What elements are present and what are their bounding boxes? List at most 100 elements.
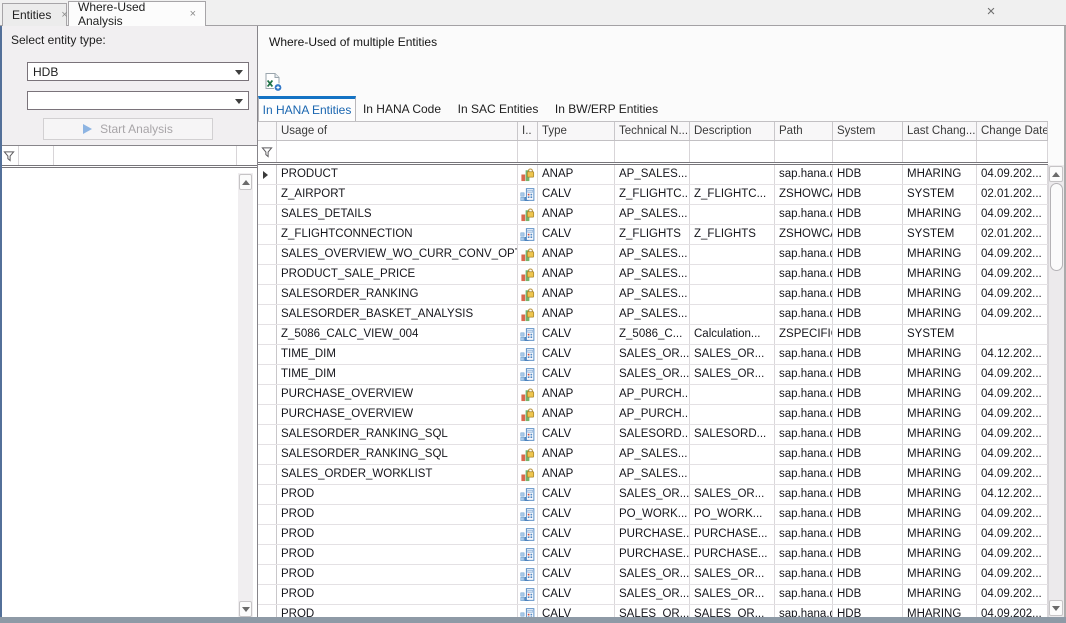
excel-export-icon[interactable] (263, 72, 285, 94)
cell-last-changed-by: MHARING (903, 465, 977, 484)
entity-type-select[interactable]: HDB (27, 62, 249, 81)
calculation-view-icon (518, 585, 538, 604)
filter-cell[interactable] (690, 141, 775, 162)
table-row[interactable]: PRODCALVSALES_OR...SALES_OR...sap.hana.d… (258, 485, 1048, 505)
cell-description (690, 465, 775, 484)
filter-cell[interactable] (615, 141, 690, 162)
table-row[interactable]: PRODCALVSALES_OR...SALES_OR...sap.hana.d… (258, 605, 1048, 617)
cell-description (690, 205, 775, 224)
cell-usage-of: PURCHASE_OVERVIEW (277, 405, 518, 424)
column-header-icon[interactable]: I.. (518, 122, 538, 140)
grid-body: PRODUCTANAPAP_SALES...sap.hana.d...HDBMH… (258, 165, 1048, 617)
tab-entities-label: Entities (12, 8, 51, 22)
cell-change-date: 04.09.202... (977, 305, 1048, 324)
scroll-up-icon[interactable] (1049, 166, 1063, 182)
table-row[interactable]: SALES_OVERVIEW_WO_CURR_CONV_OPTANAPAP_SA… (258, 245, 1048, 265)
filter-cell[interactable] (903, 141, 977, 162)
cell-description (690, 245, 775, 264)
cell-path: sap.hana.d... (775, 505, 833, 524)
scrollbar-thumb[interactable] (1050, 183, 1063, 271)
scroll-down-icon[interactable] (239, 601, 252, 617)
column-header-system[interactable]: System (833, 122, 903, 140)
cell-last-changed-by: MHARING (903, 445, 977, 464)
entity-list-filter-cell[interactable] (19, 146, 54, 165)
tab-in-hana-code[interactable]: In HANA Code (356, 96, 448, 121)
table-row[interactable]: Z_AIRPORTCALVZ_FLIGHTC...Z_FLIGHTC...ZSH… (258, 185, 1048, 205)
table-row[interactable]: SALESORDER_RANKINGANAPAP_SALES...sap.han… (258, 285, 1048, 305)
row-indicator (258, 505, 277, 524)
cell-usage-of: SALES_OVERVIEW_WO_CURR_CONV_OPT (277, 245, 518, 264)
entity-select[interactable] (27, 91, 249, 110)
row-indicator (258, 185, 277, 204)
tab-in-hana-entities[interactable]: In HANA Entities (258, 96, 356, 121)
table-row[interactable]: PRODCALVSALES_OR...SALES_OR...sap.hana.d… (258, 565, 1048, 585)
filter-cell[interactable] (977, 141, 1048, 162)
column-header-path[interactable]: Path (775, 122, 833, 140)
cell-technical-name: AP_SALES... (615, 285, 690, 304)
column-header-last-changed[interactable]: Last Chang... (903, 122, 977, 140)
analytic-view-icon (518, 285, 538, 304)
cell-description: Calculation... (690, 325, 775, 344)
filter-cell[interactable] (833, 141, 903, 162)
table-row[interactable]: Z_5086_CALC_VIEW_004CALVZ_5086_C...Calcu… (258, 325, 1048, 345)
table-row[interactable]: PRODCALVSALES_OR...SALES_OR...sap.hana.d… (258, 585, 1048, 605)
filter-cell[interactable] (277, 141, 518, 162)
scroll-down-icon[interactable] (1049, 600, 1063, 616)
cell-path: sap.hana.d... (775, 445, 833, 464)
tab-in-sac-entities[interactable]: In SAC Entities (448, 96, 548, 121)
cell-type: ANAP (538, 165, 615, 184)
entity-list-scrollbar[interactable] (238, 173, 253, 618)
cell-technical-name: AP_PURCH... (615, 385, 690, 404)
column-header-description[interactable]: Description (690, 122, 775, 140)
grid-vertical-scrollbar[interactable] (1048, 165, 1064, 617)
table-row[interactable]: PRODUCT_SALE_PRICEANAPAP_SALES...sap.han… (258, 265, 1048, 285)
column-header-type[interactable]: Type (538, 122, 615, 140)
table-row[interactable]: PURCHASE_OVERVIEWANAPAP_PURCH...sap.hana… (258, 385, 1048, 405)
filter-cell[interactable] (538, 141, 615, 162)
start-analysis-button[interactable]: Start Analysis (43, 118, 213, 140)
table-row[interactable]: TIME_DIMCALVSALES_OR...SALES_OR...sap.ha… (258, 345, 1048, 365)
tab-entities[interactable]: Entities × (2, 3, 67, 26)
table-row[interactable]: Z_FLIGHTCONNECTIONCALVZ_FLIGHTSZ_FLIGHTS… (258, 225, 1048, 245)
window-close-button[interactable]: × (982, 3, 1000, 21)
column-header-usage-of[interactable]: Usage of (277, 122, 518, 140)
close-icon[interactable]: × (190, 9, 196, 20)
column-header-technical-name[interactable]: Technical N... (615, 122, 690, 140)
table-row[interactable]: TIME_DIMCALVSALES_OR...SALES_OR...sap.ha… (258, 365, 1048, 385)
calculation-view-icon (518, 525, 538, 544)
cell-system: HDB (833, 585, 903, 604)
cell-last-changed-by: MHARING (903, 565, 977, 584)
table-row[interactable]: PRODUCTANAPAP_SALES...sap.hana.d...HDBMH… (258, 165, 1048, 185)
table-row[interactable]: SALES_ORDER_WORKLISTANAPAP_SALES...sap.h… (258, 465, 1048, 485)
tab-where-used-analysis[interactable]: Where-Used Analysis × (68, 1, 206, 26)
table-row[interactable]: PRODCALVPURCHASE...PURCHASE...sap.hana.d… (258, 525, 1048, 545)
cell-change-date: 04.12.202... (977, 485, 1048, 504)
cell-description (690, 285, 775, 304)
close-icon[interactable]: × (61, 10, 67, 21)
grid-header-row: Usage of I.. Type Technical N... Descrip… (258, 121, 1048, 141)
cell-system: HDB (833, 225, 903, 244)
tab-where-used-label: Where-Used Analysis (78, 0, 180, 28)
table-row[interactable]: SALES_DETAILSANAPAP_SALES...sap.hana.d..… (258, 205, 1048, 225)
cell-technical-name: AP_SALES... (615, 305, 690, 324)
cell-description: SALES_OR... (690, 485, 775, 504)
cell-usage-of: SALESORDER_RANKING (277, 285, 518, 304)
table-row[interactable]: PRODCALVPO_WORK...PO_WORK...sap.hana.d..… (258, 505, 1048, 525)
table-row[interactable]: SALESORDER_RANKING_SQLANAPAP_SALES...sap… (258, 445, 1048, 465)
filter-cell[interactable] (775, 141, 833, 162)
row-indicator (258, 225, 277, 244)
cell-system: HDB (833, 305, 903, 324)
cell-type: ANAP (538, 445, 615, 464)
table-row[interactable]: SALESORDER_BASKET_ANALYSISANAPAP_SALES..… (258, 305, 1048, 325)
tab-in-bw-erp-entities[interactable]: In BW/ERP Entities (548, 96, 665, 121)
table-row[interactable]: SALESORDER_RANKING_SQLCALVSALESORD...SAL… (258, 425, 1048, 445)
table-row[interactable]: PURCHASE_OVERVIEWANAPAP_PURCH...sap.hana… (258, 405, 1048, 425)
cell-type: CALV (538, 425, 615, 444)
entity-list-filter-cell[interactable] (54, 146, 237, 165)
column-header-change-date[interactable]: Change Date (977, 122, 1048, 140)
cell-type: ANAP (538, 285, 615, 304)
scroll-up-icon[interactable] (239, 174, 252, 190)
filter-cell[interactable] (518, 141, 538, 162)
table-row[interactable]: PRODCALVPURCHASE...PURCHASE...sap.hana.d… (258, 545, 1048, 565)
window-bottom-edge (0, 617, 1066, 623)
